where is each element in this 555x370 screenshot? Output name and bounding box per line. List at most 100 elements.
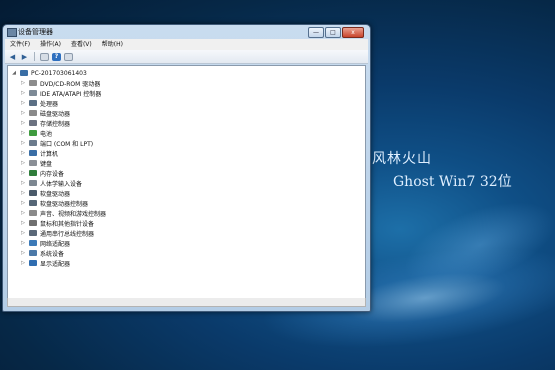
back-button[interactable]: ◀	[8, 53, 17, 61]
tree-node-label: 系统设备	[40, 250, 65, 258]
tree-node[interactable]: ▷ 显示适配器	[20, 258, 70, 268]
tree-node[interactable]: ▷ 系统设备	[20, 248, 64, 258]
expand-arrow-icon[interactable]: ▷	[20, 140, 26, 146]
properties-icon[interactable]	[40, 52, 49, 61]
expand-arrow-icon[interactable]: ▷	[20, 100, 26, 106]
tree-node-label: 软盘驱动器控制器	[40, 200, 89, 208]
tree-node-label: 计算机	[40, 150, 59, 158]
device-manager-icon	[7, 28, 17, 37]
tree-node[interactable]: ▷ 磁盘驱动器	[20, 108, 70, 118]
expand-arrow-icon[interactable]: ▷	[20, 190, 26, 196]
device-manager-window[interactable]: 设备管理器 — □ x 文件(F) 操作(A) 查看(V) 帮助(H) ◀ ▶ …	[2, 24, 371, 312]
expand-arrow-icon[interactable]: ▷	[20, 80, 26, 86]
minimize-button[interactable]: —	[308, 27, 324, 38]
tree-root-node[interactable]: ◢ PC-201703061403	[11, 68, 87, 78]
tree-node-label: 鼠标和其他指针设备	[40, 220, 95, 228]
computer-icon	[29, 150, 37, 156]
tree-node-label: 磁盘驱动器	[40, 110, 71, 118]
tree-node[interactable]: ▷ 存储控制器	[20, 118, 70, 128]
display-adapter-icon	[29, 260, 37, 266]
expand-arrow-icon[interactable]: ▷	[20, 240, 26, 246]
expand-arrow-icon[interactable]: ▷	[20, 90, 26, 96]
disk-drive-icon	[29, 110, 37, 116]
tree-node[interactable]: ▷ 声音、视频和游戏控制器	[20, 208, 106, 218]
tree-node[interactable]: ▷ 电池	[20, 128, 52, 138]
tree-node-label: 存储控制器	[40, 120, 71, 128]
expand-arrow-icon[interactable]: ▷	[20, 200, 26, 206]
desktop-brand-title: 风林火山	[372, 151, 432, 167]
keyboard-icon	[29, 160, 37, 166]
expand-arrow-icon[interactable]: ▷	[20, 130, 26, 136]
show-hide-console-tree-icon[interactable]	[64, 52, 73, 61]
tree-node-label: 网络适配器	[40, 240, 71, 248]
tree-node-label: 处理器	[40, 100, 59, 108]
forward-button[interactable]: ▶	[20, 53, 29, 61]
toolbar: ◀ ▶ ?	[5, 50, 368, 64]
device-tree[interactable]: ◢ PC-201703061403 ▷ DVD/CD-ROM 驱动器 ▷ IDE AT…	[7, 65, 366, 300]
tree-root-label: PC-201703061403	[31, 69, 87, 77]
tree-node-label: 通用串行总线控制器	[40, 230, 95, 238]
tree-node[interactable]: ▷ 通用串行总线控制器	[20, 228, 94, 238]
help-icon[interactable]: ?	[52, 52, 61, 61]
desktop-brand-subtitle: Ghost Win7 32位	[393, 174, 512, 190]
tree-node[interactable]: ▷ 键盘	[20, 158, 52, 168]
menu-bar: 文件(F) 操作(A) 查看(V) 帮助(H)	[5, 39, 368, 50]
tree-node-label: 端口 (COM 和 LPT)	[40, 140, 94, 148]
tree-node[interactable]: ▷ DVD/CD-ROM 驱动器	[20, 78, 100, 88]
horizontal-scrollbar[interactable]	[7, 298, 366, 307]
menu-action[interactable]: 操作(A)	[40, 39, 61, 50]
expand-arrow-icon[interactable]: ▷	[20, 220, 26, 226]
network-adapter-icon	[29, 240, 37, 246]
expand-arrow-icon[interactable]: ▷	[20, 180, 26, 186]
hid-icon	[29, 180, 37, 186]
expand-arrow-icon[interactable]: ▷	[20, 150, 26, 156]
mouse-icon	[29, 220, 37, 226]
expand-arrow-icon[interactable]: ▷	[20, 210, 26, 216]
window-title: 设备管理器	[18, 28, 53, 36]
expand-arrow-icon[interactable]: ▷	[20, 260, 26, 266]
tree-node[interactable]: ▷ 人体学输入设备	[20, 178, 82, 188]
tree-node[interactable]: ▷ 软盘驱动器	[20, 188, 70, 198]
memory-icon	[29, 170, 37, 176]
port-icon	[29, 140, 37, 146]
expand-arrow-icon[interactable]: ▷	[20, 170, 26, 176]
tree-node-label: 内存设备	[40, 170, 65, 178]
expand-arrow-icon[interactable]: ▷	[20, 160, 26, 166]
tree-node-label: 软盘驱动器	[40, 190, 71, 198]
tree-node-label: 人体学输入设备	[40, 180, 83, 188]
sound-icon	[29, 210, 37, 216]
expand-arrow-icon[interactable]: ▷	[20, 120, 26, 126]
tree-node[interactable]: ▷ 处理器	[20, 98, 58, 108]
collapse-arrow-icon[interactable]: ◢	[11, 70, 17, 76]
tree-node[interactable]: ▷ 端口 (COM 和 LPT)	[20, 138, 93, 148]
storage-controller-icon	[29, 120, 37, 126]
floppy-drive-icon	[29, 190, 37, 196]
toolbar-separator	[34, 52, 35, 61]
menu-file[interactable]: 文件(F)	[10, 39, 30, 50]
computer-icon	[20, 70, 28, 76]
expand-arrow-icon[interactable]: ▷	[20, 250, 26, 256]
maximize-button[interactable]: □	[325, 27, 341, 38]
dvd-drive-icon	[29, 80, 37, 86]
tree-node[interactable]: ▷ IDE ATA/ATAPI 控制器	[20, 88, 101, 98]
tree-node-label: DVD/CD-ROM 驱动器	[40, 80, 101, 88]
menu-view[interactable]: 查看(V)	[71, 39, 92, 50]
menu-help[interactable]: 帮助(H)	[102, 39, 123, 50]
tree-node[interactable]: ▷ 网络适配器	[20, 238, 70, 248]
title-bar[interactable]: 设备管理器 — □ x	[3, 25, 370, 39]
tree-node-label: 声音、视频和游戏控制器	[40, 210, 107, 218]
expand-arrow-icon[interactable]: ▷	[20, 230, 26, 236]
battery-icon	[29, 130, 37, 136]
close-button[interactable]: x	[342, 27, 364, 38]
tree-node-label: 电池	[40, 130, 53, 138]
tree-node[interactable]: ▷ 鼠标和其他指针设备	[20, 218, 94, 228]
system-device-icon	[29, 250, 37, 256]
tree-node-label: 显示适配器	[40, 260, 71, 268]
tree-node-label: IDE ATA/ATAPI 控制器	[40, 90, 102, 98]
expand-arrow-icon[interactable]: ▷	[20, 110, 26, 116]
tree-node[interactable]: ▷ 内存设备	[20, 168, 64, 178]
processor-icon	[29, 100, 37, 106]
tree-node[interactable]: ▷ 软盘驱动器控制器	[20, 198, 88, 208]
tree-node[interactable]: ▷ 计算机	[20, 148, 58, 158]
tree-node-label: 键盘	[40, 160, 53, 168]
